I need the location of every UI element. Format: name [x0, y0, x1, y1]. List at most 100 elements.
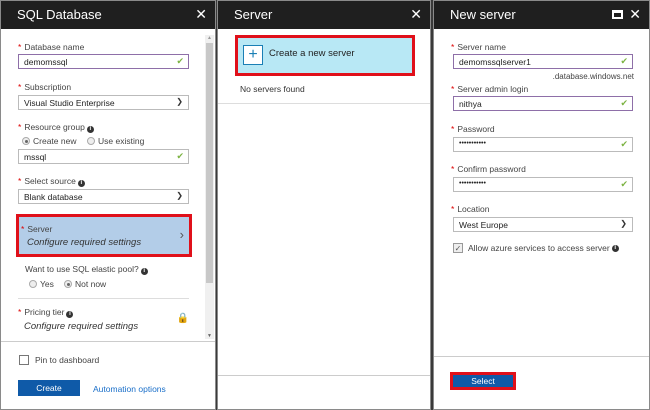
server-name-input[interactable]: demomssqlserver1 ✔: [453, 54, 633, 69]
select-value: Visual Studio Enterprise: [24, 98, 115, 108]
radio-icon: [87, 137, 95, 145]
check-icon: ✔: [620, 139, 628, 149]
automation-options-link[interactable]: Automation options: [93, 384, 166, 394]
label-text: Server name: [457, 42, 506, 52]
rg-use-existing-radio[interactable]: Use existing: [87, 136, 144, 146]
info-icon[interactable]: i: [611, 244, 619, 252]
input-value: mssql: [24, 152, 47, 162]
database-name-input[interactable]: demomssql ✔: [18, 54, 189, 69]
label-text: Database name: [24, 42, 85, 52]
label-text: Resource group: [24, 122, 85, 132]
input-value: •••••••••••: [459, 140, 486, 147]
chevron-down-icon: ❯: [620, 219, 627, 228]
input-value: demomssql: [24, 57, 68, 67]
create-new-server-button[interactable]: + Create a new server: [235, 35, 415, 76]
divider: [218, 375, 430, 376]
elastic-not-now-radio[interactable]: Not now: [64, 279, 106, 289]
sql-database-panel: SQL Database ✕ ▲ ▼ * Database name demomss…: [0, 0, 216, 410]
admin-login-label: * Server admin login: [451, 84, 529, 94]
label-text: Pricing tier: [24, 307, 65, 317]
checkbox-icon: [19, 355, 29, 365]
close-icon[interactable]: ✕: [195, 6, 207, 23]
divider: [18, 298, 189, 299]
resource-group-input[interactable]: mssql ✔: [18, 149, 189, 164]
close-icon[interactable]: ✕: [629, 6, 641, 23]
confirm-password-input[interactable]: ••••••••••• ✔: [453, 177, 633, 192]
label-text: Select source: [24, 176, 76, 186]
close-icon[interactable]: ✕: [410, 6, 422, 23]
check-icon: ✔: [620, 98, 628, 108]
divider: [434, 356, 649, 357]
source-select[interactable]: Blank database ❯: [18, 189, 189, 204]
chevron-right-icon: ›: [179, 227, 184, 242]
label-text: Password: [457, 124, 495, 134]
label-text: Confirm password: [457, 164, 526, 174]
label-text: Location: [457, 204, 490, 214]
maximize-icon[interactable]: [612, 10, 623, 19]
confirm-password-label: * Confirm password: [451, 164, 526, 174]
allow-azure-checkbox[interactable]: ✓ Allow azure services to access server i: [453, 243, 619, 253]
divider: [218, 103, 430, 104]
server-value: Configure required settings: [27, 237, 142, 248]
checkbox-label: Allow azure services to access server: [468, 243, 610, 253]
location-select[interactable]: West Europe ❯: [453, 217, 633, 232]
subscription-select[interactable]: Visual Studio Enterprise ❯: [18, 95, 189, 110]
radio-label: Not now: [75, 279, 107, 289]
check-icon: ✔: [176, 56, 184, 66]
password-label: * Password: [451, 124, 495, 134]
label-text: Server: [27, 224, 53, 234]
select-value: West Europe: [459, 220, 508, 230]
chevron-down-icon: ❯: [176, 191, 183, 200]
scrollbar[interactable]: ▲ ▼: [205, 35, 214, 339]
lock-icon: 🔒: [176, 313, 189, 324]
resource-group-label: * Resource group i: [18, 122, 94, 133]
rg-create-new-radio[interactable]: Create new: [22, 136, 76, 146]
create-label: Create a new server: [269, 48, 355, 59]
db-name-label: * Database name: [18, 42, 85, 52]
pricing-tier-selector[interactable]: * Pricing tier i Configure required settin…: [16, 301, 192, 339]
checkbox-label: Pin to dashboard: [35, 355, 100, 365]
elastic-pool-label: Want to use SQL elastic pool? i: [25, 264, 148, 275]
label-text: Server admin login: [457, 84, 529, 94]
panel-header: Server ✕: [218, 1, 430, 29]
info-icon[interactable]: i: [77, 180, 85, 187]
select-source-label: * Select source i: [18, 176, 85, 187]
elastic-yes-radio[interactable]: Yes: [29, 279, 54, 289]
input-value: •••••••••••: [459, 180, 486, 187]
check-icon: ✔: [176, 151, 184, 161]
panel-title: New server: [450, 7, 516, 22]
empty-state-text: No servers found: [240, 84, 305, 94]
panel-header: New server ✕: [434, 1, 649, 29]
server-name-label: * Server name: [451, 42, 506, 52]
input-value: nithya: [459, 99, 482, 109]
label-text: Want to use SQL elastic pool?: [25, 264, 139, 274]
select-button[interactable]: Select: [450, 372, 516, 390]
input-value: demomssqlserver1: [459, 57, 531, 67]
create-button[interactable]: Create: [18, 380, 80, 396]
password-input[interactable]: ••••••••••• ✔: [453, 137, 633, 152]
check-icon: ✔: [620, 179, 628, 189]
new-server-panel: New server ✕ * Server name demomssqlserve…: [433, 0, 650, 410]
panel-title: Server: [234, 7, 273, 22]
checkbox-checked-icon: ✓: [453, 243, 463, 253]
info-icon: i: [66, 311, 74, 318]
info-icon[interactable]: i: [140, 268, 148, 275]
select-value: Blank database: [24, 192, 83, 202]
radio-label: Create new: [33, 136, 77, 146]
location-label: * Location: [451, 204, 490, 214]
chevron-down-icon: ❯: [176, 97, 183, 106]
pin-to-dashboard-checkbox[interactable]: Pin to dashboard: [19, 355, 99, 365]
domain-suffix: .database.windows.net: [552, 72, 634, 81]
server-selector[interactable]: * Server Configure required settings ›: [16, 214, 192, 257]
radio-label: Yes: [40, 279, 54, 289]
radio-icon: [29, 280, 37, 288]
panel-title: SQL Database: [17, 7, 102, 22]
info-icon[interactable]: i: [86, 126, 94, 133]
pricing-value: Configure required settings: [24, 321, 139, 332]
server-panel: Server ✕ + Create a new server No server…: [217, 0, 431, 410]
divider: [1, 341, 215, 342]
admin-login-input[interactable]: nithya ✔: [453, 96, 633, 111]
subscription-label: * Subscription: [18, 82, 72, 92]
label-text: Subscription: [24, 82, 72, 92]
radio-icon: [64, 280, 72, 288]
